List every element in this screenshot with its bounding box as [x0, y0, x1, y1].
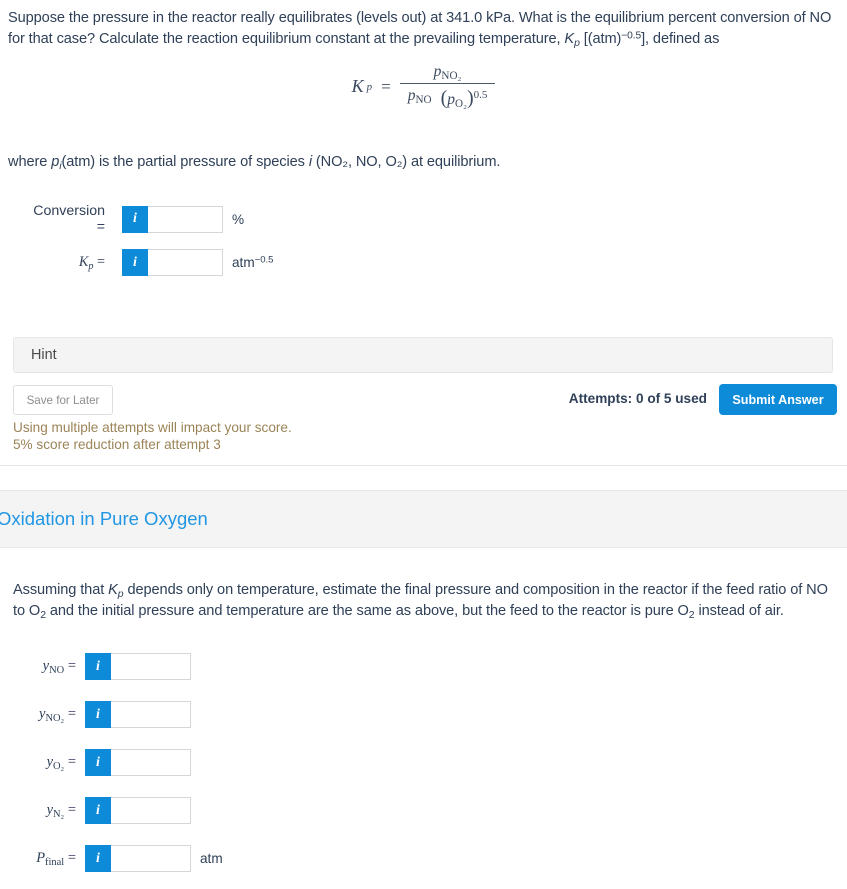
p-final-field-group: i: [85, 845, 191, 872]
where-prefix: where: [8, 154, 52, 170]
y-no-label: yNO =: [13, 658, 85, 676]
p-final-subscript: final: [45, 856, 65, 868]
attempts-counter: Attempts: 0 of 5 used: [568, 391, 707, 406]
answer-row-kp: Kp = i atm−0.5: [22, 249, 273, 276]
kp-label-suffix: =: [93, 254, 105, 270]
y-no2-subscript: NO₂: [45, 712, 65, 724]
submit-answer-label: Submit Answer: [732, 392, 824, 407]
info-icon[interactable]: i: [85, 845, 111, 872]
formula-fraction: pNO₂ pNO (pO₂)0.5: [399, 63, 496, 110]
p-final-unit: atm: [200, 851, 223, 866]
answer-row-y-no: yNO = i: [13, 653, 200, 680]
y-no-input[interactable]: [111, 653, 191, 680]
y-no2-input[interactable]: [111, 701, 191, 728]
y-o2-input[interactable]: [111, 749, 191, 776]
y-no-field-group: i: [85, 653, 191, 680]
y-o2-field-group: i: [85, 749, 191, 776]
info-icon[interactable]: i: [85, 701, 111, 728]
kp-label: Kp =: [22, 254, 122, 271]
warning-line-2: 5% score reduction after attempt 3: [13, 437, 221, 453]
y-no2-label: yNO₂ =: [13, 706, 85, 724]
y-no-subscript: NO: [49, 664, 65, 676]
p-final-input[interactable]: [111, 845, 191, 872]
y-n2-input[interactable]: [111, 797, 191, 824]
kp-label-symbol: K: [78, 254, 89, 270]
conversion-unit: %: [232, 211, 245, 227]
info-icon[interactable]: i: [122, 249, 148, 276]
prompt-line-1: Suppose the pressure in the reactor real…: [8, 10, 832, 26]
conversion-input[interactable]: [148, 205, 223, 233]
section-divider-top: [0, 465, 847, 466]
denominator-second-term: (pO₂)0.5: [441, 87, 488, 110]
q2-line-1: depends only on temperature, estimate th…: [123, 582, 828, 598]
numerator-subscript: NO₂: [441, 70, 462, 83]
p-final-symbol: P: [36, 850, 46, 866]
where-middle: (atm) is the partial pressure of species: [61, 154, 309, 170]
info-icon[interactable]: i: [85, 797, 111, 824]
info-icon[interactable]: i: [85, 653, 111, 680]
question-2-prompt: Assuming that Kp depends only on tempera…: [13, 580, 838, 621]
den-exponent: 0.5: [473, 89, 488, 102]
formula-lhs-symbol: K: [351, 76, 364, 97]
q2-line-2: to O2 and the initial pressure and tempe…: [13, 602, 784, 621]
y-n2-field-group: i: [85, 797, 191, 824]
y-o2-label: yO₂ =: [13, 754, 85, 772]
section-title-oxidation[interactable]: Oxidation in Pure Oxygen: [0, 508, 208, 530]
kp-unit: atm−0.5: [232, 255, 273, 270]
attempts-warning: Using multiple attempts will impact your…: [13, 419, 292, 454]
prompt-line-2-exponent: −0.5: [621, 30, 642, 42]
q2-prefix: Assuming that: [13, 582, 109, 598]
question-1-prompt: Suppose the pressure in the reactor real…: [8, 8, 840, 49]
y-n2-label: yN₂ =: [13, 802, 85, 820]
y-n2-suffix: =: [67, 802, 76, 818]
answer-row-y-n2: yN₂ = i: [13, 797, 200, 824]
y-n2-subscript: N₂: [53, 808, 65, 820]
y-o2-suffix: =: [67, 754, 76, 770]
kp-input[interactable]: [148, 249, 223, 276]
answer-row-p-final: Pfinal = i atm: [13, 845, 223, 872]
warning-line-1: Using multiple attempts will impact your…: [13, 420, 292, 435]
where-species-list: (NO₂, NO, O₂) at equilibrium.: [311, 154, 501, 170]
hint-label: Hint: [31, 347, 57, 363]
info-icon[interactable]: i: [85, 749, 111, 776]
answer-row-y-o2: yO₂ = i: [13, 749, 200, 776]
submit-answer-button[interactable]: Submit Answer: [719, 384, 837, 415]
info-icon[interactable]: i: [122, 205, 148, 233]
kp-formula: Kp = pNO₂ pNO (pO₂)0.5: [352, 63, 496, 110]
den-first-subscript: NO: [415, 94, 432, 107]
where-definition-line: where pi(atm) is the partial pressure of…: [8, 152, 708, 173]
q2-kp-symbol: K: [108, 582, 118, 598]
answer-row-y-no2: yNO₂ = i: [13, 701, 200, 728]
formula-equals: =: [381, 76, 391, 96]
question-page: Suppose the pressure in the reactor real…: [0, 0, 847, 889]
prompt-line-2-mid: [(atm): [579, 30, 622, 47]
conversion-label: Conversion =: [33, 203, 105, 235]
prompt-line-2-pre: for that case? Calculate the reaction eq…: [8, 30, 565, 47]
conversion-field-group: i: [122, 205, 223, 233]
y-no2-suffix: =: [67, 706, 76, 722]
p-final-label: Pfinal =: [13, 850, 85, 868]
hint-button[interactable]: Hint: [13, 337, 833, 373]
kp-unit-exponent: −0.5: [254, 254, 274, 266]
kp-unit-base: atm: [232, 255, 255, 270]
answer-row-conversion: Conversion = i %: [22, 203, 244, 235]
formula-numerator: pNO₂: [424, 63, 472, 83]
den-second-subscript: O₂: [455, 98, 467, 111]
save-for-later-button[interactable]: Save for Later: [13, 385, 113, 415]
p-final-suffix: =: [67, 850, 76, 866]
y-no2-field-group: i: [85, 701, 191, 728]
kp-field-group: i: [122, 249, 223, 276]
kp-symbol-inline: K: [564, 30, 575, 47]
paren-close: ): [466, 87, 474, 110]
y-o2-subscript: O₂: [53, 760, 65, 772]
y-no-suffix: =: [67, 658, 76, 674]
denominator-first-term: pNO: [408, 87, 432, 107]
save-for-later-label: Save for Later: [26, 393, 100, 407]
formula-denominator: pNO (pO₂)0.5: [400, 84, 496, 110]
kp-formula-block: Kp = pNO₂ pNO (pO₂)0.5: [0, 63, 847, 110]
prompt-line-2-post: ], defined as: [641, 30, 720, 47]
den-second-symbol: p: [447, 91, 456, 109]
